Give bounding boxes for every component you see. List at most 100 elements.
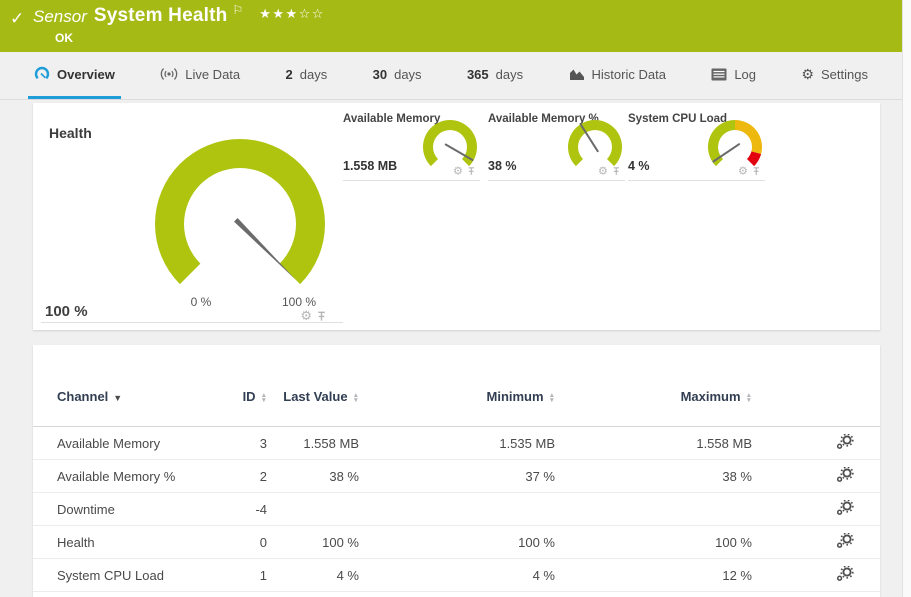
tab-label: Log (734, 67, 756, 82)
tab-label: Live Data (185, 67, 240, 82)
log-icon (711, 68, 727, 81)
tab-historic-data[interactable]: Historic Data (563, 52, 672, 99)
channel-last-value: 4 % (267, 568, 359, 583)
channel-id: 3 (227, 436, 267, 451)
stars-filled[interactable]: ★★★ (259, 6, 298, 21)
sort-icon: ▲▼ (746, 393, 752, 403)
health-gauge (140, 134, 340, 319)
channel-name: Health (57, 535, 227, 550)
sensor-status-text: OK (55, 31, 325, 45)
channel-name: Downtime (57, 502, 227, 517)
tab-log[interactable]: Log (705, 52, 762, 99)
status-ok-check-icon: ✓ (10, 9, 24, 29)
gauge-settings-gear-icon[interactable]: ⚙ (453, 165, 463, 176)
gauge-needle (234, 218, 296, 280)
channel-id: 2 (227, 469, 267, 484)
gauge-value: 4 % (628, 159, 650, 173)
health-gauge-panel: Health 0 % 100 % 100 % ⚙ (41, 113, 343, 323)
tab-label: days (496, 67, 523, 82)
gauge-title: Health (49, 125, 92, 141)
header-label: Last Value (283, 389, 347, 404)
channel-maximum: 1.558 MB (555, 436, 752, 451)
channel-name: System CPU Load (57, 568, 227, 583)
live-data-icon (160, 67, 178, 81)
sensor-name: System Health (94, 5, 228, 27)
tab-label: Overview (57, 67, 115, 82)
gauge-value: 100 % (45, 303, 88, 320)
scrollbar-gutter[interactable] (902, 0, 911, 597)
channel-name: Available Memory (57, 436, 227, 451)
tab-label: Settings (821, 67, 868, 82)
pin-icon[interactable] (752, 165, 761, 175)
sensor-status-header: ✓ Sensor System Health ⚐ ★★★☆☆ OK (0, 0, 902, 52)
available-memory-gauge-panel: Available Memory 1.558 MB ⚙ (343, 111, 480, 181)
sort-descending-icon: ▼ (113, 393, 122, 403)
tab-label: days (394, 67, 421, 82)
column-header-id[interactable]: ID▲▼ (227, 389, 267, 404)
table-row: Available Memory 3 1.558 MB 1.535 MB 1.5… (33, 427, 880, 460)
gauge-value: 1.558 MB (343, 159, 397, 173)
header-label: Channel (57, 389, 108, 404)
column-header-last-value[interactable]: Last Value▲▼ (267, 389, 359, 404)
gauge-icon (34, 66, 50, 82)
channels-table-card: Channel▼ ID▲▼ Last Value▲▼ Minimum▲▼ Max… (33, 345, 880, 597)
channel-minimum: 1.535 MB (359, 436, 555, 451)
tab-day-count: 30 (373, 67, 387, 82)
tab-overview[interactable]: Overview (28, 52, 121, 99)
channel-minimum: 37 % (359, 469, 555, 484)
table-row: Health 0 100 % 100 % 100 % (33, 526, 880, 559)
column-header-maximum[interactable]: Maximum ▲▼ (555, 389, 752, 404)
channel-minimum: 4 % (359, 568, 555, 583)
channel-id: 1 (227, 568, 267, 583)
tab-label: Historic Data (592, 67, 666, 82)
tab-label: days (300, 67, 327, 82)
gauge-scale-min: 0 % (171, 295, 231, 309)
tab-365-days[interactable]: 365 days (461, 52, 529, 99)
tab-30-days[interactable]: 30 days (367, 52, 428, 99)
header-label: ID (243, 389, 256, 404)
gauge-scale-max: 100 % (269, 295, 329, 309)
channel-settings-icon[interactable] (836, 533, 854, 548)
overview-gauges-card: Health 0 % 100 % 100 % ⚙ Available Memor… (33, 103, 880, 330)
priority-stars[interactable]: ★★★☆☆ (259, 6, 325, 22)
table-row: System CPU Load 1 4 % 4 % 12 % (33, 559, 880, 592)
gear-icon: ⚙ (801, 67, 814, 81)
gauge-settings-gear-icon[interactable]: ⚙ (738, 165, 748, 176)
prtg-sensor-page: ✓ Sensor System Health ⚐ ★★★☆☆ OK Overvi… (0, 0, 911, 597)
tab-2-days[interactable]: 2 days (280, 52, 334, 99)
stars-empty[interactable]: ☆☆ (299, 6, 325, 21)
channel-minimum: 100 % (359, 535, 555, 550)
table-row: Downtime -4 (33, 493, 880, 526)
tab-bar: Overview Live Data 2 days 30 days 365 (0, 52, 902, 100)
channel-settings-icon[interactable] (836, 500, 854, 515)
pin-icon[interactable] (467, 165, 476, 175)
channels-table-header: Channel▼ ID▲▼ Last Value▲▼ Minimum▲▼ Max… (33, 345, 880, 427)
tab-live-data[interactable]: Live Data (154, 52, 246, 99)
channel-last-value: 38 % (267, 469, 359, 484)
object-kind-label: Sensor (33, 7, 87, 27)
gauge-value: 38 % (488, 159, 517, 173)
flag-icon[interactable]: ⚐ (232, 3, 243, 17)
channel-last-value: 100 % (267, 535, 359, 550)
gauge-settings-gear-icon[interactable]: ⚙ (300, 309, 312, 322)
channel-maximum: 12 % (555, 568, 752, 583)
channel-settings-icon[interactable] (836, 467, 854, 482)
system-cpu-load-gauge-panel: System CPU Load 4 % ⚙ (628, 111, 765, 181)
tab-day-count: 2 (286, 67, 293, 82)
tab-day-count: 365 (467, 67, 489, 82)
table-row: Available Memory % 2 38 % 37 % 38 % (33, 460, 880, 493)
channel-maximum: 100 % (555, 535, 752, 550)
header-label: Maximum (681, 389, 741, 404)
channel-id: -4 (227, 502, 267, 517)
channel-settings-icon[interactable] (836, 566, 854, 581)
sensor-title-block: Sensor System Health ⚐ ★★★☆☆ OK (33, 5, 325, 45)
channel-settings-icon[interactable] (836, 434, 854, 449)
pin-icon[interactable] (612, 165, 621, 175)
gauge-settings-gear-icon[interactable]: ⚙ (598, 165, 608, 176)
pin-icon[interactable] (316, 310, 327, 322)
column-header-channel[interactable]: Channel ▼ (57, 389, 227, 404)
channel-last-value: 1.558 MB (267, 436, 359, 451)
column-header-minimum[interactable]: Minimum▲▼ (359, 389, 555, 404)
tab-settings[interactable]: ⚙ Settings (795, 52, 874, 99)
available-memory-pct-gauge-panel: Available Memory % 38 % ⚙ (488, 111, 625, 181)
